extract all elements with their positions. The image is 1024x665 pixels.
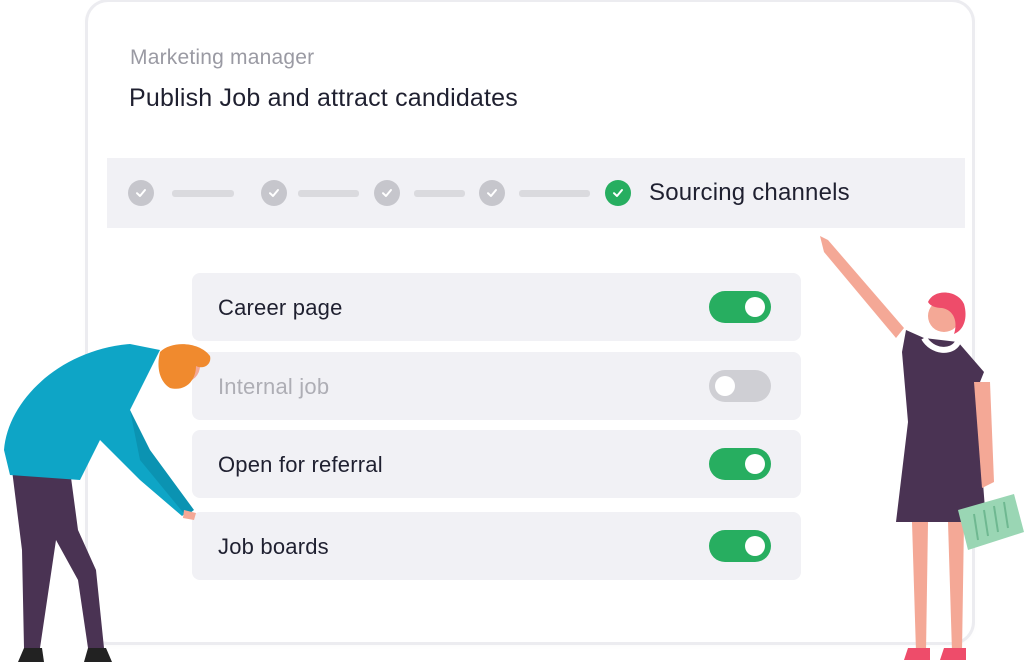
step-1-connector	[172, 190, 234, 197]
toggle-knob	[745, 454, 765, 474]
step-2-connector	[298, 190, 359, 197]
step-5-active-check-icon[interactable]	[605, 180, 631, 206]
channel-row-career-page: Career page	[192, 273, 801, 341]
internal-job-toggle[interactable]	[709, 370, 771, 402]
channel-label: Career page	[218, 295, 343, 320]
man-illustration	[4, 344, 211, 662]
channel-label: Open for referral	[218, 452, 383, 477]
channel-row-job-boards: Job boards	[192, 512, 801, 580]
active-step-label: Sourcing channels	[649, 179, 850, 206]
career-page-toggle[interactable]	[709, 291, 771, 323]
woman-illustration	[820, 236, 1024, 660]
open-for-referral-toggle[interactable]	[709, 448, 771, 480]
toggle-knob	[745, 536, 765, 556]
channel-row-open-for-referral: Open for referral	[192, 430, 801, 498]
step-4-connector	[519, 190, 590, 197]
step-3-check-icon[interactable]	[374, 180, 400, 206]
page-title: Publish Job and attract candidates	[129, 84, 518, 112]
progress-stepper: Sourcing channels	[107, 158, 965, 228]
job-boards-toggle[interactable]	[709, 530, 771, 562]
step-2-check-icon[interactable]	[261, 180, 287, 206]
step-1-check-icon[interactable]	[128, 180, 154, 206]
step-4-check-icon[interactable]	[479, 180, 505, 206]
job-role-subtitle: Marketing manager	[130, 46, 315, 69]
channel-label: Internal job	[218, 374, 330, 399]
channel-row-internal-job: Internal job	[192, 352, 801, 420]
channel-label: Job boards	[218, 534, 329, 559]
toggle-knob	[715, 376, 735, 396]
toggle-knob	[745, 297, 765, 317]
step-3-connector	[414, 190, 465, 197]
